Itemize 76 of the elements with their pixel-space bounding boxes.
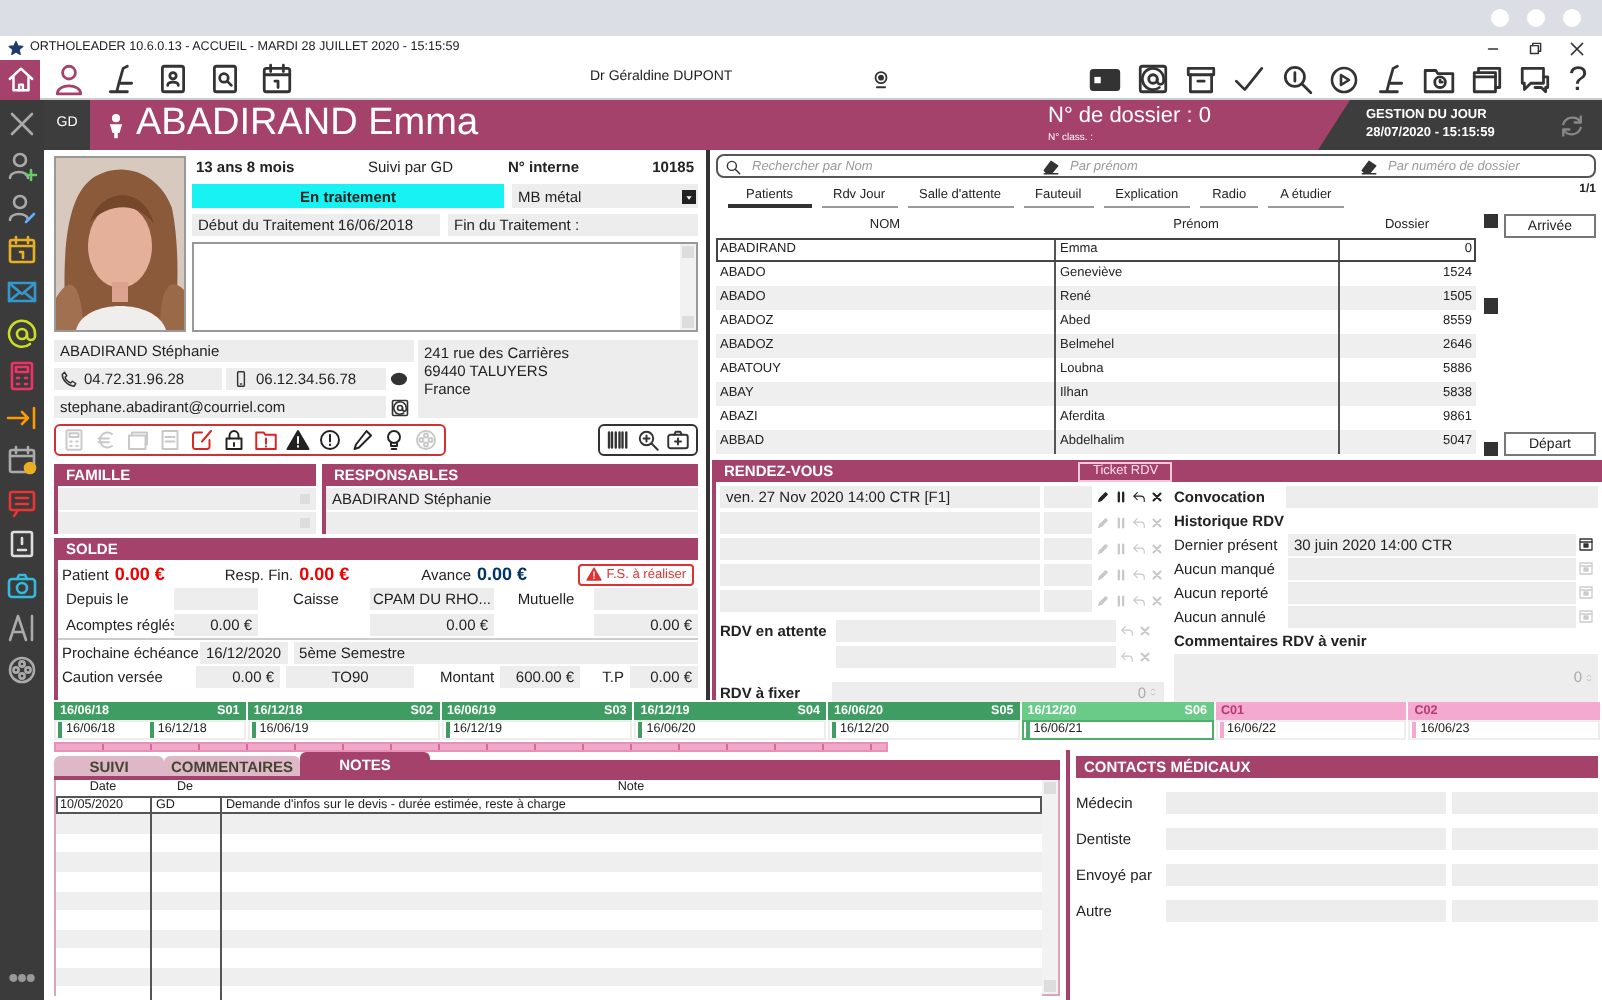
calendar-icon[interactable]	[6, 444, 38, 476]
contacts-icon[interactable]	[156, 62, 190, 96]
lock-icon[interactable]	[222, 428, 246, 452]
bulb-icon[interactable]	[382, 428, 406, 452]
patient-icon[interactable]	[52, 62, 86, 96]
input-field[interactable]	[326, 512, 698, 534]
at-icon[interactable]	[390, 397, 410, 417]
barcode-icon[interactable]	[606, 428, 630, 452]
search-icon	[724, 157, 742, 175]
play-icon[interactable]	[1328, 63, 1360, 95]
calendar-icon[interactable]	[260, 62, 294, 96]
input-field[interactable]	[1286, 485, 1598, 507]
scrollbar[interactable]	[680, 244, 696, 330]
app-logo-icon	[8, 40, 24, 56]
close-icon[interactable]	[1568, 39, 1586, 57]
chat-bubble-icon[interactable]	[390, 370, 408, 388]
zoom-icon[interactable]	[636, 428, 660, 452]
eraser-icon[interactable]	[1042, 157, 1060, 175]
scrollbar[interactable]	[1042, 780, 1058, 994]
mobile-icon	[232, 370, 250, 388]
reel-icon[interactable]	[6, 654, 38, 686]
webcam-icon[interactable]	[870, 68, 892, 90]
add-user-icon[interactable]	[6, 150, 38, 182]
pencil-icon[interactable]	[1096, 489, 1110, 503]
pause-icon[interactable]	[1114, 489, 1128, 503]
transfer-icon[interactable]	[6, 402, 38, 434]
warning-icon	[586, 566, 603, 582]
advance-amount: 0.00 €	[477, 563, 528, 585]
phone-icon	[60, 370, 78, 388]
search-document-icon[interactable]	[208, 62, 242, 96]
input-field[interactable]	[1288, 605, 1576, 627]
patient-amount: 0.00 €	[114, 563, 165, 585]
chair-icon[interactable]	[104, 62, 138, 96]
check-icon[interactable]	[1232, 62, 1266, 96]
edit-user-icon[interactable]	[6, 192, 38, 224]
help-button[interactable]: ?	[1566, 62, 1590, 96]
folder-icon[interactable]	[254, 428, 278, 452]
chat-icon[interactable]	[1518, 62, 1552, 96]
input-field[interactable]	[1288, 557, 1576, 579]
edit-icon[interactable]	[190, 428, 214, 452]
mail-icon[interactable]	[6, 276, 38, 308]
pen-icon[interactable]	[350, 428, 374, 452]
input-field[interactable]	[594, 588, 698, 610]
spin-icon	[1148, 684, 1158, 700]
caret-icon	[682, 187, 696, 205]
text-tool-icon[interactable]	[6, 612, 38, 644]
archive-icon[interactable]	[1184, 62, 1218, 96]
patient-name: ABADIRAND Emma	[136, 102, 479, 148]
eraser-icon[interactable]	[1360, 157, 1378, 175]
camera-add-icon[interactable]	[666, 428, 690, 452]
camera-icon[interactable]	[6, 570, 38, 602]
input-field[interactable]	[58, 512, 316, 534]
warning-icon[interactable]	[286, 428, 310, 452]
at-icon[interactable]	[1136, 62, 1170, 96]
scrollbar[interactable]	[1482, 214, 1498, 456]
spin-icon	[1584, 669, 1594, 685]
resp-amount: 0.00 €	[299, 563, 350, 585]
comment-area[interactable]	[192, 242, 698, 332]
info-icon[interactable]	[318, 428, 342, 452]
input-field[interactable]	[1044, 485, 1092, 507]
restore-icon[interactable]	[1526, 39, 1544, 57]
input-field[interactable]	[1288, 581, 1576, 603]
home-icon[interactable]	[5, 64, 35, 94]
zoom-icon[interactable]	[1280, 62, 1314, 96]
input-field[interactable]	[58, 488, 316, 510]
refresh-icon[interactable]	[1558, 111, 1586, 139]
file-number: N° de dossier : 0	[1048, 104, 1213, 131]
calculator-icon[interactable]	[6, 360, 38, 392]
message-icon[interactable]	[6, 486, 38, 518]
calendar-icon[interactable]	[6, 234, 38, 266]
chair-icon[interactable]	[1374, 62, 1408, 96]
document-icon[interactable]	[6, 528, 38, 560]
delete-icon[interactable]	[1150, 489, 1164, 503]
calendar-icon[interactable]	[1578, 536, 1594, 552]
undo-icon[interactable]	[1132, 489, 1146, 503]
windows-icon[interactable]	[1470, 62, 1504, 96]
